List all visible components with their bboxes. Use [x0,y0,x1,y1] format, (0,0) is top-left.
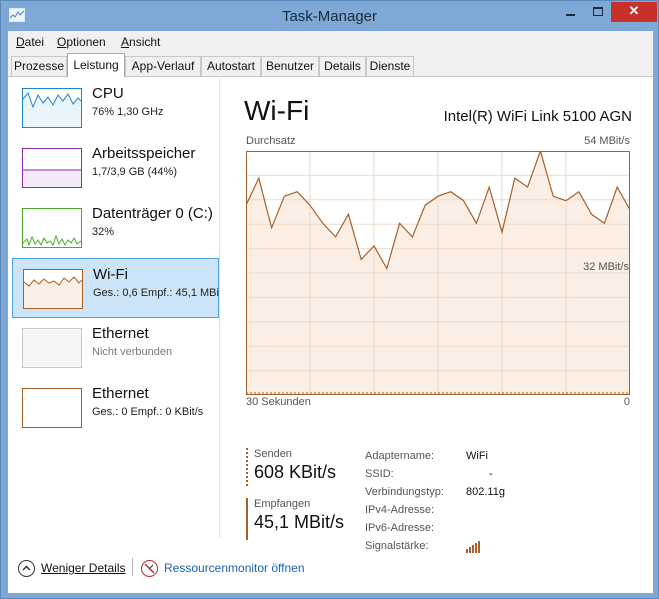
chevron-up-icon [18,559,35,577]
prop-row: Adaptername: WiFi [365,448,630,466]
menu-ansicht[interactable]: Ansicht [121,35,160,49]
sidebar-item-title: Wi-Fi [93,266,128,283]
throughput-graph [246,151,630,395]
menu-datei[interactable]: Datei [16,35,44,49]
task-manager-window: Task-Manager ✕ Datei Optionen Ansicht Pr… [0,0,659,599]
prop-row: SSID: - [365,466,630,484]
menu-datei-accel: D [16,35,25,49]
prop-row: IPv4-Adresse: [365,502,630,520]
sidebar-item-wifi[interactable]: Wi-Fi Ges.: 0,6 Empf.: 45,1 MBit/s [12,258,219,318]
title-bar[interactable]: Task-Manager ✕ [1,1,658,31]
graph-x-right-label: 0 [623,396,630,408]
tab-strip: Prozesse Leistung App-Verlauf Autostart … [8,53,653,77]
resource-monitor-label: Ressourcenmonitor öffnen [164,561,305,575]
send-label: Senden [254,448,292,460]
footer-separator [132,558,133,576]
sidebar-item-subtitle: 32% [92,226,115,238]
prop-key: IPv4-Adresse: [365,504,435,516]
menu-bar: Datei Optionen Ansicht [8,31,653,53]
sidebar-item-subtitle: Ges.: 0 Empf.: 0 KBit/s [92,406,204,418]
sidebar-item-title: Datenträger 0 (C:) [92,205,213,222]
tab-prozesse[interactable]: Prozesse [11,56,67,76]
receive-stat: Empfangen 45,1 MBit/s [246,498,344,540]
menu-ansicht-label: nsicht [129,35,161,49]
resource-monitor-icon [141,559,158,577]
adapter-properties: Adaptername: WiFi SSID: - Verbindungstyp… [365,448,630,556]
resource-monitor-link[interactable]: Ressourcenmonitor öffnen [141,558,305,578]
sidebar-item-ethernet-1[interactable]: Ethernet Nicht verbunden [12,318,219,378]
sidebar-item-disk[interactable]: Datenträger 0 (C:) 32% [12,198,219,258]
prop-key: Adaptername: [365,450,435,462]
sidebar-item-title: Arbeitsspeicher [92,145,196,162]
minimize-icon [565,14,575,16]
receive-value: 45,1 MBit/s [254,512,345,532]
send-value: 608 KBit/s [254,462,337,482]
performance-sidebar: CPU 76% 1,30 GHz Arbeitsspeicher 1,7/3,9… [8,78,220,538]
prop-value: 802.11g [466,486,505,498]
tab-dienste[interactable]: Dienste [366,56,414,76]
tab-autostart[interactable]: Autostart [201,56,261,76]
maximize-icon [593,7,603,16]
menu-optionen-accel: O [57,35,67,49]
close-button[interactable]: ✕ [611,2,657,22]
memory-thumbnail [22,148,82,188]
prop-key: IPv6-Adresse: [365,522,435,534]
graph-mid-label: 32 MBit/s [583,261,629,273]
sidebar-item-subtitle: Ges.: 0,6 Empf.: 45,1 MBit/s [93,287,219,299]
disk-thumbnail [22,208,82,248]
fewer-details-button[interactable]: Weniger Details [18,558,125,578]
menu-optionen-label: ptionen [66,35,106,49]
graph-max-label: 54 MBit/s [584,135,630,147]
tab-leistung[interactable]: Leistung [67,53,125,77]
prop-key: Verbindungstyp: [365,486,444,498]
adapter-name: Intel(R) WiFi Link 5100 AGN [443,108,632,125]
menu-ansicht-accel: A [121,35,130,49]
close-icon: ✕ [628,3,640,18]
wifi-detail-panel: Wi-Fi Intel(R) WiFi Link 5100 AGN Durchs… [244,78,634,553]
graph-x-left-label: 30 Sekunden [246,396,311,408]
fewer-details-label: Weniger Details [41,561,126,575]
prop-value: WiFi [466,450,488,462]
send-stat: Senden 608 KBit/s [246,448,336,488]
prop-value: - [489,468,493,480]
sidebar-item-subtitle: Nicht verbunden [92,346,173,358]
client-area: Datei Optionen Ansicht Prozesse Leistung… [8,31,653,593]
sidebar-item-title: CPU [92,85,124,102]
tab-benutzer[interactable]: Benutzer [261,56,319,76]
sidebar-item-cpu[interactable]: CPU 76% 1,30 GHz [12,78,219,138]
sidebar-item-ethernet-2[interactable]: Ethernet Ges.: 0 Empf.: 0 KBit/s [12,378,219,438]
ethernet-thumbnail [22,388,82,428]
receive-label: Empfangen [254,498,311,510]
menu-optionen[interactable]: Optionen [57,35,106,49]
receive-indicator [246,498,248,540]
sidebar-item-subtitle: 76% 1,30 GHz [92,106,164,118]
footer-bar: Weniger Details Ressourcenmonitor öffnen [8,542,653,593]
sidebar-item-subtitle: 1,7/3,9 GB (44%) [92,166,177,178]
prop-row: Verbindungstyp: 802.11g [365,484,630,502]
minimize-button[interactable] [556,2,584,22]
prop-row: IPv6-Adresse: [365,520,630,538]
ethernet-thumbnail [22,328,82,368]
menu-datei-label: atei [24,35,45,49]
tab-details[interactable]: Details [319,56,366,76]
tab-app-verlauf[interactable]: App-Verlauf [125,56,201,76]
sidebar-item-title: Ethernet [92,325,149,342]
sidebar-item-title: Ethernet [92,385,149,402]
send-indicator [246,448,248,488]
graph-title: Durchsatz [246,135,296,147]
cpu-thumbnail [22,88,82,128]
page-title: Wi-Fi [244,95,310,126]
wifi-thumbnail [23,269,83,309]
maximize-button[interactable] [584,2,612,22]
sidebar-item-memory[interactable]: Arbeitsspeicher 1,7/3,9 GB (44%) [12,138,219,198]
prop-key: SSID: [365,468,394,480]
